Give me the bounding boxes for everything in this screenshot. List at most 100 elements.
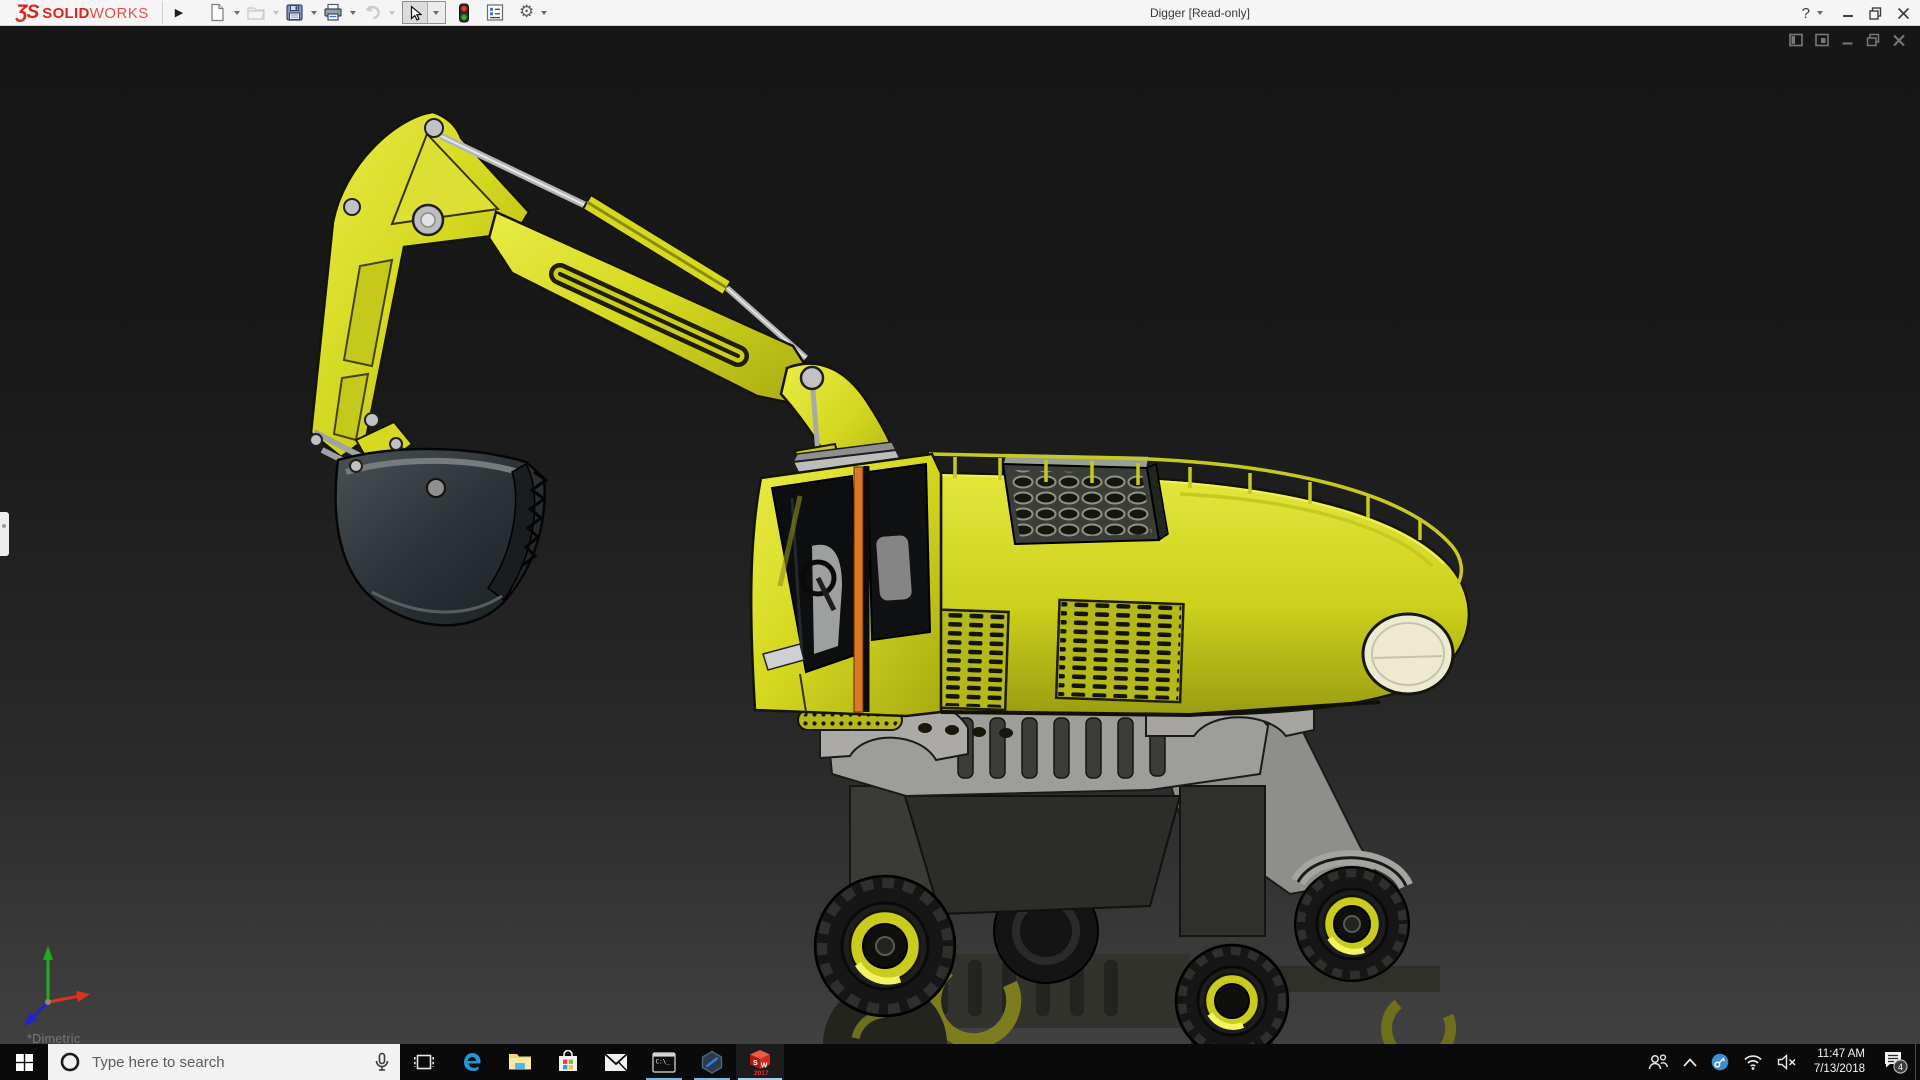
child-close-button[interactable] bbox=[1892, 33, 1906, 47]
hidden-icons-button[interactable] bbox=[1676, 1044, 1704, 1080]
new-document-dropdown[interactable] bbox=[234, 10, 240, 15]
edrawings-hexagon-icon bbox=[701, 1050, 723, 1074]
feature-manager-collapsed-tab[interactable] bbox=[0, 512, 9, 556]
pane-toggle2-icon[interactable] bbox=[1815, 33, 1829, 47]
orientation-triad bbox=[24, 946, 90, 1026]
child-restore-button[interactable] bbox=[1866, 33, 1880, 47]
rebuild-traffic-light-icon bbox=[459, 3, 469, 22]
svg-text:W: W bbox=[761, 1062, 768, 1069]
notification-badge: 4 bbox=[1898, 1062, 1903, 1072]
open-dropdown[interactable] bbox=[273, 10, 279, 15]
speaker-muted-icon bbox=[1777, 1054, 1796, 1070]
wifi-icon bbox=[1744, 1055, 1762, 1070]
windows-taskbar: C:\_ S W 2017 bbox=[0, 1044, 1920, 1080]
file-properties-button[interactable] bbox=[483, 1, 507, 24]
svg-text:S: S bbox=[753, 1060, 758, 1067]
solidworks-2017-icon: S W 2017 bbox=[750, 1049, 770, 1076]
start-button[interactable] bbox=[0, 1044, 48, 1080]
network-button[interactable] bbox=[1736, 1044, 1770, 1080]
volume-button[interactable] bbox=[1770, 1044, 1804, 1080]
clock-time: 11:47 AM bbox=[1817, 1048, 1865, 1061]
microsoft-edge-icon bbox=[464, 1053, 481, 1071]
mail-icon bbox=[604, 1052, 628, 1071]
taskbar-app-solidworks[interactable]: S W 2017 bbox=[736, 1044, 784, 1080]
quick-access-toolbar: ⚙ bbox=[206, 0, 551, 25]
new-document-icon bbox=[211, 3, 224, 22]
menu-expand-arrow[interactable]: ▶ bbox=[168, 0, 190, 25]
undo-button[interactable] bbox=[360, 1, 384, 24]
taskbar-app-file-explorer[interactable] bbox=[496, 1044, 544, 1080]
action-center-button[interactable]: 4 bbox=[1875, 1044, 1915, 1080]
print-dropdown[interactable] bbox=[350, 10, 356, 15]
window-controls: ? bbox=[1802, 0, 1910, 26]
wheel-front-left[interactable] bbox=[813, 874, 957, 1018]
wheel-front-right[interactable] bbox=[1174, 943, 1290, 1044]
security-key-button[interactable] bbox=[1704, 1044, 1736, 1080]
svg-text:2017: 2017 bbox=[754, 1070, 769, 1076]
people-icon bbox=[1648, 1054, 1668, 1070]
command-prompt-icon: C:\_ bbox=[652, 1051, 676, 1073]
digger-model-canvas[interactable] bbox=[0, 26, 1920, 1044]
options-gear-icon: ⚙ bbox=[519, 2, 535, 22]
undo-icon bbox=[365, 5, 380, 20]
save-dropdown[interactable] bbox=[311, 10, 317, 15]
microsoft-store-icon bbox=[559, 1050, 577, 1071]
solidworks-logo: ƷS SOLIDWORKS bbox=[16, 2, 149, 23]
save-button[interactable] bbox=[283, 1, 306, 24]
taskbar-app-store[interactable] bbox=[544, 1044, 592, 1080]
select-tool-button[interactable] bbox=[403, 2, 428, 23]
undo-dropdown[interactable] bbox=[389, 10, 395, 15]
help-dropdown[interactable] bbox=[1817, 11, 1823, 15]
graphics-viewport[interactable]: *Dimetric bbox=[0, 26, 1920, 1044]
print-button[interactable] bbox=[321, 1, 345, 24]
rebuild-button[interactable] bbox=[455, 1, 473, 24]
taskbar-search[interactable] bbox=[48, 1044, 400, 1080]
chevron-up-icon bbox=[1683, 1057, 1697, 1067]
select-tool-group bbox=[402, 1, 446, 24]
task-view-button[interactable] bbox=[400, 1044, 448, 1080]
excavator-cab[interactable] bbox=[749, 441, 943, 718]
new-document-button[interactable] bbox=[206, 1, 229, 24]
document-title: Digger [Read-only] bbox=[1149, 6, 1251, 20]
title-bar: ƷS SOLIDWORKS ▶ ⚙ Digger [Read-only] ? bbox=[0, 0, 1920, 26]
people-button[interactable] bbox=[1640, 1044, 1676, 1080]
taskbar-app-edrawings[interactable] bbox=[688, 1044, 736, 1080]
search-input[interactable] bbox=[92, 1053, 374, 1071]
open-button[interactable] bbox=[244, 1, 268, 24]
select-cursor-icon bbox=[410, 4, 423, 21]
wheel-rear-right[interactable] bbox=[1294, 866, 1410, 982]
print-icon bbox=[324, 3, 342, 21]
help-button[interactable]: ? bbox=[1802, 5, 1810, 22]
pane-toggle-icon[interactable] bbox=[1789, 33, 1803, 47]
windows-logo-icon bbox=[15, 1053, 33, 1071]
options-dropdown[interactable] bbox=[541, 10, 548, 15]
key-tray-icon bbox=[1711, 1053, 1729, 1071]
options-button[interactable]: ⚙ bbox=[517, 1, 536, 24]
cortana-icon bbox=[60, 1052, 80, 1072]
toolbar-separator bbox=[162, 1, 163, 24]
select-tool-dropdown[interactable] bbox=[428, 2, 445, 23]
taskbar-app-mail[interactable] bbox=[592, 1044, 640, 1080]
microphone-icon[interactable] bbox=[374, 1052, 390, 1072]
view-orientation-label: *Dimetric bbox=[27, 1032, 81, 1044]
child-minimize-button[interactable] bbox=[1841, 33, 1854, 47]
system-tray: 11:47 AM 7/13/2018 4 bbox=[1640, 1044, 1920, 1080]
solidworks-window: ƷS SOLIDWORKS ▶ ⚙ Digger [Read-only] ? *… bbox=[0, 0, 1920, 1080]
taskbar-app-edge[interactable] bbox=[448, 1044, 496, 1080]
show-desktop-button[interactable] bbox=[1915, 1044, 1920, 1080]
file-properties-icon bbox=[486, 4, 504, 21]
dassault-3ds-glyph: ƷS bbox=[16, 2, 39, 23]
restore-button[interactable] bbox=[1869, 6, 1882, 20]
file-explorer-icon bbox=[509, 1054, 531, 1070]
close-button[interactable] bbox=[1897, 7, 1910, 20]
taskbar-clock[interactable]: 11:47 AM 7/13/2018 bbox=[1804, 1047, 1875, 1077]
save-icon bbox=[286, 4, 303, 21]
taskbar-app-command-prompt[interactable]: C:\_ bbox=[640, 1044, 688, 1080]
svg-text:C:\_: C:\_ bbox=[656, 1058, 671, 1065]
clock-date: 7/13/2018 bbox=[1813, 1063, 1865, 1075]
document-window-controls bbox=[1789, 33, 1906, 47]
open-folder-icon bbox=[247, 7, 265, 20]
minimize-button[interactable] bbox=[1842, 7, 1854, 19]
action-center-icon: 4 bbox=[1885, 1052, 1908, 1074]
task-view-icon bbox=[414, 1054, 434, 1070]
